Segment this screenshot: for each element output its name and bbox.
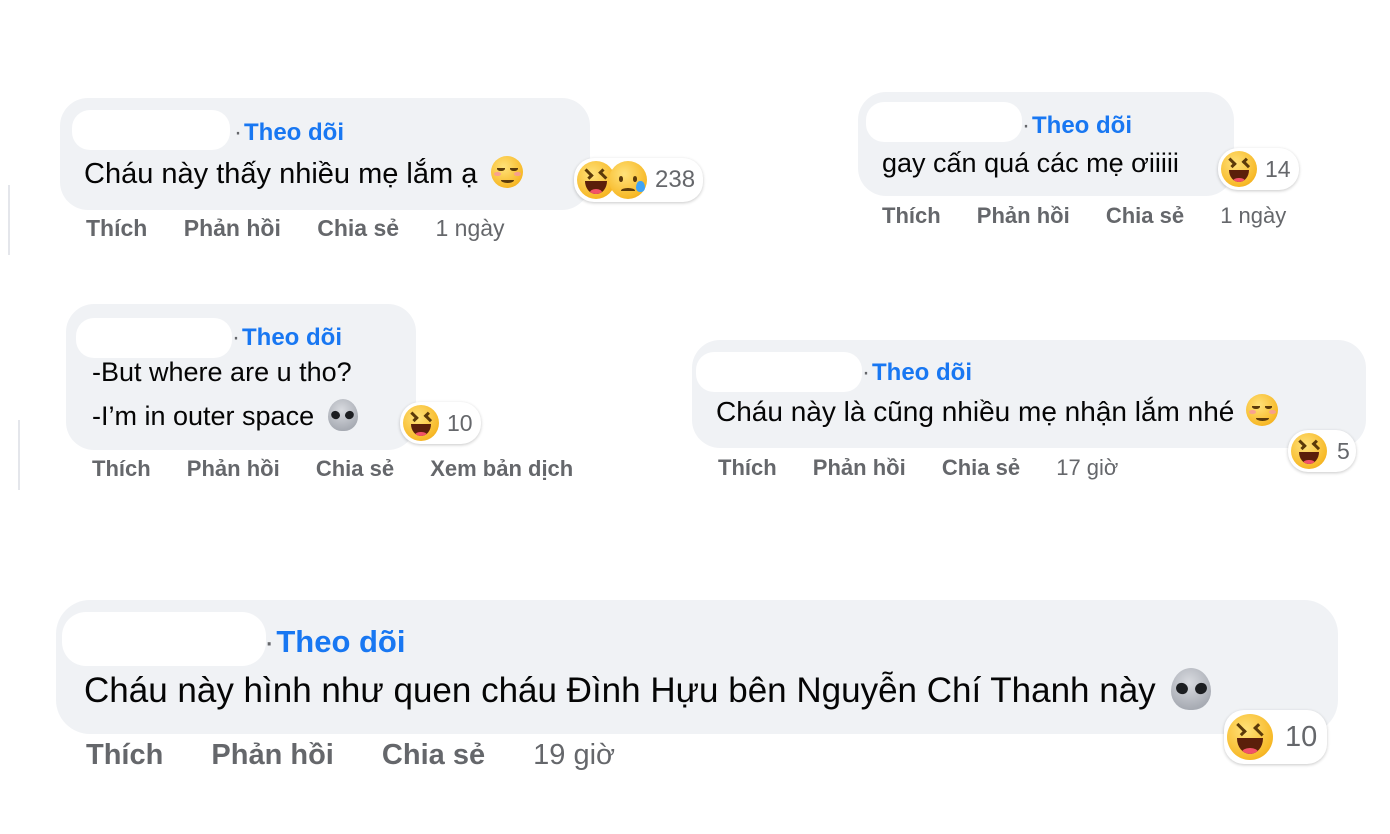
reaction-count: 14 <box>1265 155 1291 182</box>
like-button[interactable]: Thích <box>92 456 151 481</box>
comment-text: Cháu này thấy nhiều mẹ lắm ạ <box>84 156 524 191</box>
comment-text-content: Cháu này thấy nhiều mẹ lắm ạ <box>84 158 478 190</box>
comment-text: Cháu này hình như quen cháu Đình Hựu bên… <box>84 668 1212 711</box>
follow-label[interactable]: Theo dõi <box>872 359 972 386</box>
reaction-count: 10 <box>1285 720 1318 753</box>
blush-emoji-icon <box>491 156 524 188</box>
follow-link[interactable]: ·Theo dõi <box>1022 112 1132 140</box>
reaction-count: 10 <box>447 409 473 436</box>
comment-text: gay cấn quá các mẹ ơiiiii <box>882 148 1179 179</box>
translate-button[interactable]: Xem bản dịch <box>430 456 573 481</box>
follow-link[interactable]: ·Theo dõi <box>232 324 342 352</box>
hidden-author-name[interactable] <box>76 318 232 358</box>
share-button[interactable]: Chia sẻ <box>316 456 394 481</box>
comment-actions: Thích Phản hồi Chia sẻ 19 giờ <box>86 739 615 772</box>
share-button[interactable]: Chia sẻ <box>382 739 485 771</box>
separator-dot: · <box>232 324 240 351</box>
alien-emoji-icon <box>327 399 358 431</box>
comment-actions: Thích Phản hồi Chia sẻ 1 ngày <box>86 215 505 242</box>
comment-text-line-1: -But where are u tho? <box>92 357 352 387</box>
follow-label[interactable]: Theo dõi <box>276 624 405 659</box>
thread-line <box>18 420 20 490</box>
comment-actions: Thích Phản hồi Chia sẻ 1 ngày <box>882 203 1286 229</box>
follow-link[interactable]: ·Theo dõi <box>234 119 344 147</box>
share-button[interactable]: Chia sẻ <box>1106 203 1184 228</box>
follow-link[interactable]: ·Theo dõi <box>264 624 405 660</box>
reply-button[interactable]: Phản hồi <box>187 456 280 481</box>
hidden-author-name[interactable] <box>696 352 862 392</box>
blush-emoji-icon <box>1246 394 1279 426</box>
separator-dot: · <box>1022 112 1030 139</box>
reaction-count: 238 <box>655 166 696 193</box>
reply-button[interactable]: Phản hồi <box>977 203 1070 228</box>
separator-dot: · <box>264 624 275 659</box>
follow-label[interactable]: Theo dõi <box>1032 112 1132 139</box>
reactions-badge[interactable]: 10 <box>1224 710 1328 764</box>
comment-text-content: Cháu này là cũng nhiều mẹ nhận lắm nhé <box>716 396 1235 427</box>
comment-text-content: Cháu này hình như quen cháu Đình Hựu bên… <box>84 671 1156 710</box>
reactions-badge[interactable]: 10 <box>400 402 481 444</box>
sad-reaction-icon <box>609 161 647 199</box>
reactions-badge[interactable]: 5 <box>1288 430 1356 472</box>
separator-dot: · <box>862 359 870 386</box>
like-button[interactable]: Thích <box>86 215 147 241</box>
haha-reaction-icon <box>1221 151 1257 187</box>
like-button[interactable]: Thích <box>718 455 777 480</box>
reply-button[interactable]: Phản hồi <box>211 739 333 771</box>
reply-button[interactable]: Phản hồi <box>813 455 906 480</box>
follow-label[interactable]: Theo dõi <box>242 324 342 351</box>
haha-reaction-icon <box>1227 714 1273 760</box>
reactions-badge[interactable]: 14 <box>1218 148 1299 190</box>
hidden-author-name[interactable] <box>62 612 266 666</box>
haha-reaction-icon <box>1291 433 1327 469</box>
comment-text: Cháu này là cũng nhiều mẹ nhận lắm nhé <box>716 394 1279 428</box>
timestamp[interactable]: 1 ngày <box>435 215 504 241</box>
hidden-author-name[interactable] <box>72 110 230 150</box>
timestamp[interactable]: 19 giờ <box>533 739 615 771</box>
reply-button[interactable]: Phản hồi <box>184 215 281 241</box>
follow-link[interactable]: ·Theo dõi <box>862 359 972 387</box>
like-button[interactable]: Thích <box>882 203 941 228</box>
thread-line <box>8 185 10 255</box>
comment-text-content: -I’m in outer space <box>92 401 315 431</box>
comment-actions: Thích Phản hồi Chia sẻ 17 giờ <box>718 455 1118 481</box>
timestamp[interactable]: 17 giờ <box>1056 455 1118 480</box>
comment-text-line-2: -I’m in outer space <box>92 399 358 432</box>
share-button[interactable]: Chia sẻ <box>942 455 1020 480</box>
like-button[interactable]: Thích <box>86 739 163 771</box>
alien-emoji-icon <box>1171 668 1212 710</box>
separator-dot: · <box>234 119 242 146</box>
comment-actions: Thích Phản hồi Chia sẻ Xem bản dịch <box>92 456 603 482</box>
reactions-badge[interactable]: 238 <box>574 158 704 202</box>
comment-text-content: gay cấn quá các mẹ ơiiiii <box>882 148 1179 178</box>
haha-reaction-icon <box>403 405 439 441</box>
follow-label[interactable]: Theo dõi <box>244 119 344 146</box>
timestamp[interactable]: 1 ngày <box>1220 203 1286 228</box>
reaction-count: 5 <box>1337 437 1350 464</box>
share-button[interactable]: Chia sẻ <box>317 215 399 241</box>
hidden-author-name[interactable] <box>866 102 1022 142</box>
